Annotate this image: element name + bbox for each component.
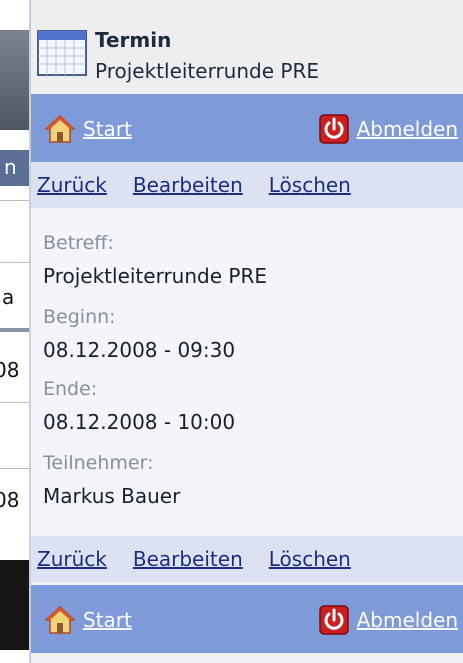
background-cell-text: 08 — [0, 358, 20, 382]
panel-header: Termin Projektleiterrunde PRE — [31, 0, 463, 94]
start-link[interactable]: Start — [45, 602, 132, 638]
back-link[interactable]: Zurück — [37, 547, 107, 571]
page-subtitle: Projektleiterrunde PRE — [95, 59, 319, 83]
end-label: Ende: — [43, 378, 98, 400]
begin-value: 08.12.2008 - 09:30 — [43, 338, 236, 362]
appointment-panel: Termin Projektleiterrunde PRE Start Abme… — [30, 0, 463, 663]
edit-link[interactable]: Bearbeiten — [133, 547, 243, 571]
background-divider — [0, 468, 29, 469]
background-cell-text: 08 — [0, 488, 20, 512]
logout-link[interactable]: Abmelden — [318, 111, 458, 147]
background-header: n — [0, 150, 29, 186]
background-divider — [0, 262, 29, 263]
logout-link-label[interactable]: Abmelden — [357, 608, 458, 632]
appointment-details: Betreff: Projektleiterrunde PRE Beginn: … — [31, 208, 463, 536]
calendar-icon — [37, 30, 87, 76]
power-icon — [318, 605, 349, 635]
background-dark-area — [0, 560, 29, 650]
logout-link[interactable]: Abmelden — [318, 602, 458, 638]
participants-value: Markus Bauer — [43, 484, 181, 508]
subject-value: Projektleiterrunde PRE — [43, 264, 267, 288]
subject-label: Betreff: — [43, 232, 114, 254]
begin-label: Beginn: — [43, 306, 116, 328]
end-value: 08.12.2008 - 10:00 — [43, 410, 236, 434]
participants-label: Teilnehmer: — [43, 452, 154, 474]
start-link-label[interactable]: Start — [83, 117, 132, 141]
logout-link-label[interactable]: Abmelden — [357, 117, 458, 141]
background-divider — [0, 402, 29, 403]
background-titlebar — [0, 0, 29, 28]
bottom-navigation-bar: Start Abmelden — [31, 585, 463, 653]
delete-link[interactable]: Löschen — [269, 547, 351, 571]
page-title: Termin — [95, 28, 172, 52]
delete-link[interactable]: Löschen — [269, 173, 351, 197]
background-header-text: n — [4, 155, 17, 179]
background-window: n a 08 08 — [0, 0, 30, 663]
edit-link[interactable]: Bearbeiten — [133, 173, 243, 197]
home-icon — [45, 605, 75, 634]
bottom-action-bar: Zurück Bearbeiten Löschen — [31, 536, 463, 582]
background-cell-text: a — [2, 285, 15, 309]
background-divider — [0, 200, 29, 201]
start-link[interactable]: Start — [45, 111, 132, 147]
background-divider — [0, 328, 29, 332]
power-icon — [318, 114, 349, 144]
home-icon — [45, 114, 75, 143]
top-action-bar: Zurück Bearbeiten Löschen — [31, 162, 463, 208]
start-link-label[interactable]: Start — [83, 608, 132, 632]
back-link[interactable]: Zurück — [37, 173, 107, 197]
top-navigation-bar: Start Abmelden — [31, 94, 463, 162]
background-toolbar — [0, 30, 29, 130]
